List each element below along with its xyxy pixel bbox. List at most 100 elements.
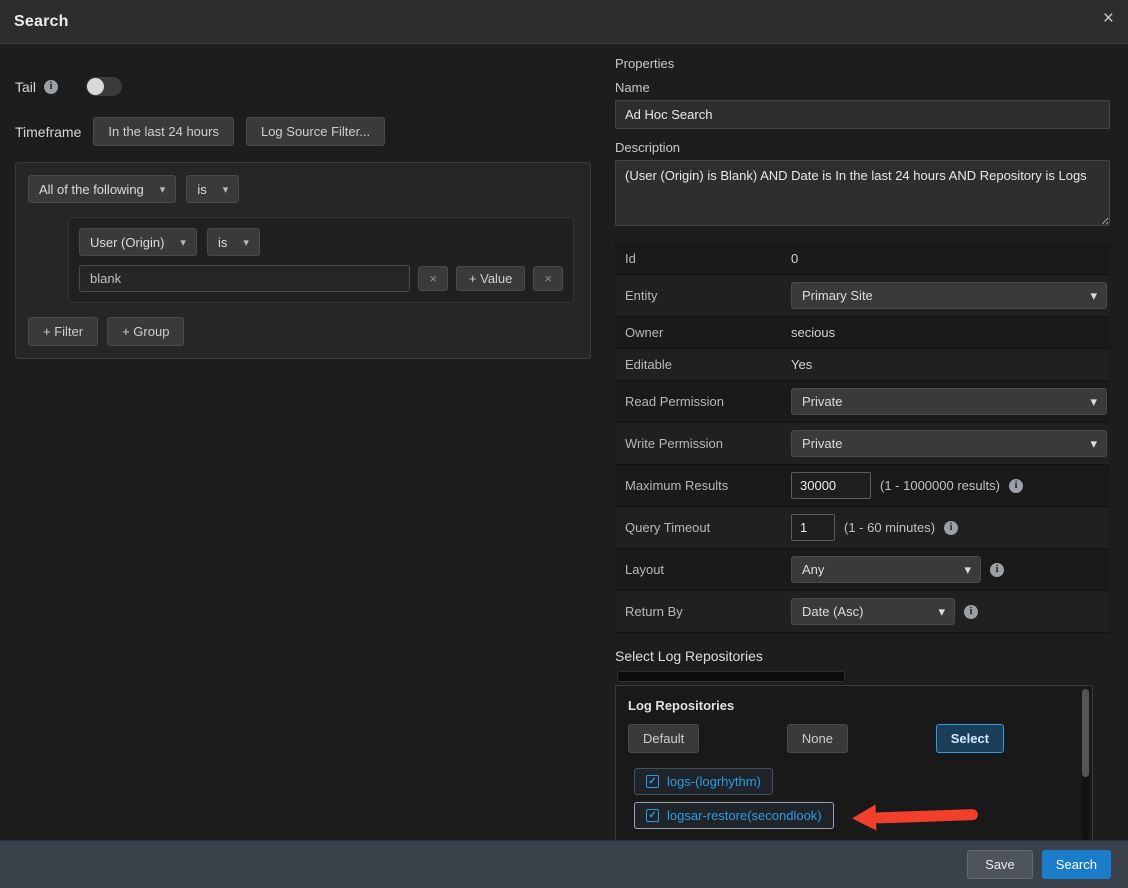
checkbox-checked-icon[interactable]: ✓ [646, 809, 659, 822]
remove-filter-button[interactable]: × [533, 266, 563, 291]
filter-actions-row: + Filter + Group [28, 317, 578, 346]
chevron-down-icon: ▾ [938, 604, 945, 620]
table-row-query-timeout: Query Timeout (1 - 60 minutes) i [615, 507, 1110, 549]
group-operator-row: All of the following ▾ is ▾ [28, 175, 578, 203]
description-label: Description [615, 140, 1112, 155]
tail-label: Tail [15, 79, 36, 95]
filter-item: User (Origin) ▾ is ▾ × + Value × [68, 217, 574, 303]
chevron-down-icon: ▾ [1090, 394, 1097, 410]
chevron-down-icon: ▾ [180, 236, 186, 249]
group-operator-value: All of the following [39, 182, 144, 197]
repo-item-label: logsar-restore(secondlook) [667, 808, 822, 823]
row-label: Query Timeout [615, 520, 791, 535]
chevron-down-icon: ▾ [964, 562, 971, 578]
filter-value-input[interactable] [79, 265, 410, 292]
dialog-footer: Save Search [0, 840, 1128, 888]
row-label: Write Permission [615, 436, 791, 451]
filter-condition-value: is [218, 235, 227, 250]
titlebar: Search × [0, 0, 1128, 44]
repo-buttons-row: Default None Select [628, 724, 1004, 753]
query-timeout-hint: (1 - 60 minutes) [844, 520, 935, 535]
table-row-owner: Owner secious [615, 317, 1110, 349]
layout-value: Any [802, 562, 824, 577]
none-button[interactable]: None [787, 724, 848, 753]
description-textarea[interactable]: (User (Origin) is Blank) AND Date is In … [615, 160, 1110, 226]
row-label: Editable [615, 357, 791, 372]
filter-value-row: × + Value × [79, 265, 563, 292]
save-button[interactable]: Save [967, 850, 1033, 879]
query-timeout-input[interactable] [791, 514, 835, 541]
name-input[interactable] [615, 100, 1110, 129]
select-button[interactable]: Select [936, 724, 1004, 753]
checkbox-checked-icon[interactable]: ✓ [646, 775, 659, 788]
info-icon[interactable]: i [990, 563, 1004, 577]
properties-panel: Properties Name Description (User (Origi… [615, 44, 1112, 839]
info-icon[interactable]: i [944, 521, 958, 535]
owner-value: secious [791, 325, 835, 340]
page-title: Search [14, 13, 69, 31]
write-permission-select[interactable]: Private ▾ [791, 430, 1107, 457]
chevron-down-icon: ▾ [1090, 436, 1097, 452]
toggle-knob [87, 78, 104, 95]
chevron-down-icon: ▾ [160, 183, 166, 196]
scrollbar-thumb[interactable] [1082, 689, 1089, 777]
default-button[interactable]: Default [628, 724, 699, 753]
entity-value: Primary Site [802, 288, 873, 303]
log-repositories-title: Log Repositories [628, 698, 1080, 713]
dialog-body: Tail i Timeframe In the last 24 hours Lo… [0, 44, 1128, 839]
table-row-write-permission: Write Permission Private ▾ [615, 423, 1110, 465]
read-permission-value: Private [802, 394, 842, 409]
return-by-value: Date (Asc) [802, 604, 863, 619]
log-source-filter-button[interactable]: Log Source Filter... [246, 117, 385, 146]
write-permission-value: Private [802, 436, 842, 451]
filter-condition-dropdown[interactable]: is ▾ [207, 228, 260, 256]
add-value-button[interactable]: + Value [456, 266, 526, 291]
filter-field-dropdown[interactable]: User (Origin) ▾ [79, 228, 197, 256]
maximum-results-input[interactable] [791, 472, 871, 499]
log-repositories-panel: Log Repositories Default None Select ✓ l… [615, 685, 1093, 844]
filter-field-value: User (Origin) [90, 235, 164, 250]
repo-item-logs-logrhythm[interactable]: ✓ logs-(logrhythm) [634, 768, 773, 795]
table-row-maximum-results: Maximum Results (1 - 1000000 results) i [615, 465, 1110, 507]
layout-select[interactable]: Any ▾ [791, 556, 981, 583]
table-row-editable: Editable Yes [615, 349, 1110, 381]
row-label: Layout [615, 562, 791, 577]
read-permission-select[interactable]: Private ▾ [791, 388, 1107, 415]
add-group-button[interactable]: + Group [107, 317, 184, 346]
filter-group: All of the following ▾ is ▾ User (Origin… [15, 162, 591, 359]
table-row-read-permission: Read Permission Private ▾ [615, 381, 1110, 423]
return-by-select[interactable]: Date (Asc) ▾ [791, 598, 955, 625]
repo-items-list: ✓ logs-(logrhythm) ✓ logsar-restore(seco… [634, 768, 1080, 829]
filter-field-row: User (Origin) ▾ is ▾ [79, 228, 563, 256]
tail-toggle[interactable] [86, 77, 122, 96]
chevron-down-icon: ▾ [243, 236, 249, 249]
repo-item-label: logs-(logrhythm) [667, 774, 761, 789]
row-label: Id [615, 251, 791, 266]
info-icon[interactable]: i [1009, 479, 1023, 493]
add-filter-button[interactable]: + Filter [28, 317, 98, 346]
entity-select[interactable]: Primary Site ▾ [791, 282, 1107, 309]
row-label: Owner [615, 325, 791, 340]
info-icon[interactable]: i [44, 80, 58, 94]
repo-item-logsar-restore-secondlook[interactable]: ✓ logsar-restore(secondlook) [634, 802, 834, 829]
search-dialog: Search × Tail i Timeframe In the last 24… [0, 0, 1128, 888]
scrolled-item-partial [617, 671, 845, 682]
group-operator-dropdown[interactable]: All of the following ▾ [28, 175, 176, 203]
remove-value-button[interactable]: × [418, 266, 448, 291]
search-button[interactable]: Search [1042, 850, 1111, 879]
info-icon[interactable]: i [964, 605, 978, 619]
timeframe-label: Timeframe [15, 124, 81, 140]
row-label: Maximum Results [615, 478, 791, 493]
group-condition-value: is [197, 182, 206, 197]
editable-value: Yes [791, 357, 812, 372]
table-row-layout: Layout Any ▾ i [615, 549, 1110, 591]
group-condition-dropdown[interactable]: is ▾ [186, 175, 239, 203]
chevron-down-icon: ▾ [1090, 288, 1097, 304]
row-label: Read Permission [615, 394, 791, 409]
repo-scrollbar[interactable] [1082, 689, 1089, 840]
maximum-results-hint: (1 - 1000000 results) [880, 478, 1000, 493]
timeframe-button[interactable]: In the last 24 hours [93, 117, 234, 146]
properties-table: Id 0 Entity Primary Site ▾ Owner secious [615, 243, 1110, 633]
close-icon[interactable]: × [1103, 9, 1114, 28]
row-label: Entity [615, 288, 791, 303]
